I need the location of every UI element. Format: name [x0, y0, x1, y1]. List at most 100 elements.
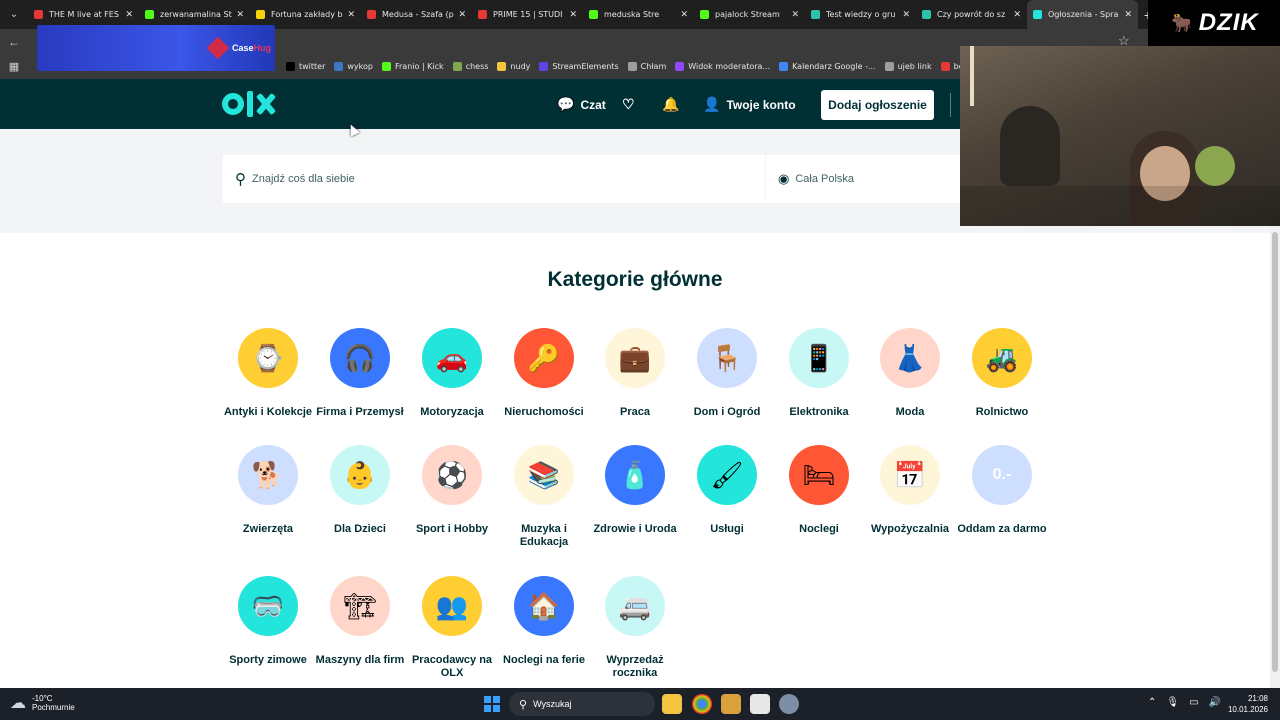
browser-tab[interactable]: meduska Stre ✕ — [583, 0, 694, 29]
location-input[interactable]: ◉ Cała Polska — [766, 155, 966, 203]
category-item[interactable]: 🚜 Rolnictwo — [956, 328, 1048, 419]
bookmark-item[interactable]: chess — [452, 62, 489, 71]
apps-grid-icon[interactable]: ▦ — [0, 60, 28, 73]
category-item[interactable]: 🐕 Zwierzęta — [222, 445, 314, 536]
bull-icon: 🐂 — [1169, 12, 1193, 33]
category-item[interactable]: 📱 Elektronika — [773, 328, 865, 419]
tab-close-icon[interactable]: ✕ — [680, 10, 688, 20]
browser-tab[interactable]: Test wiedzy o gru ✕ — [805, 0, 916, 29]
taskbar-clock[interactable]: 21:08 10.01.2026 — [1224, 693, 1268, 715]
tab-close-icon[interactable]: ✕ — [347, 10, 355, 20]
category-item[interactable]: 🪑 Dom i Ogród — [681, 328, 773, 419]
bookmark-favicon — [497, 62, 507, 71]
category-item[interactable]: 👗 Moda — [864, 328, 956, 419]
volume-icon[interactable]: 🔊 — [1209, 697, 1221, 708]
category-item[interactable]: 🏠 Noclegi na ferie — [498, 576, 590, 667]
tab-favicon — [34, 10, 43, 19]
microphone-icon[interactable]: 🎙 — [1166, 697, 1179, 708]
excavator-arm-icon: 🏗 — [330, 576, 390, 636]
account-link[interactable]: 👤 Twoje konto — [703, 96, 796, 113]
calendar-icon: 📅 — [880, 445, 940, 505]
notifications-link[interactable]: 🔔 — [662, 96, 685, 113]
search-input[interactable]: ⚲ Znajdź coś dla siebie — [223, 155, 765, 203]
windows-taskbar: ☁ -10°C Pochmurnie ⚲ Wyszukaj ⌃ 🎙 ▭ 🔊 21… — [0, 688, 1280, 720]
bed-icon: 🛏 — [789, 445, 849, 505]
bookmark-item[interactable]: wykop — [334, 62, 373, 71]
bookmark-favicon — [286, 62, 295, 71]
bookmark-label: Kalendarz Google -... — [792, 62, 876, 71]
bookmark-item[interactable]: Widok moderatora... — [675, 62, 770, 71]
settings-gear-icon[interactable] — [779, 694, 799, 714]
tab-close-icon[interactable]: ✕ — [125, 10, 133, 20]
app-icon-tool[interactable] — [750, 694, 770, 714]
category-item[interactable]: ⌚ Antyki i Kolekcje — [222, 328, 314, 419]
category-item[interactable]: 0.- Oddam za darmo — [956, 445, 1048, 536]
user-icon: 👤 — [703, 96, 721, 112]
tab-close-icon[interactable]: ✕ — [1013, 10, 1021, 20]
windows-start-icon[interactable] — [484, 696, 500, 712]
category-item[interactable]: 🧴 Zdrowie i Uroda — [589, 445, 681, 536]
category-item[interactable]: ⚽ Sport i Hobby — [406, 445, 498, 536]
file-explorer-icon[interactable] — [662, 694, 682, 714]
olx-logo[interactable] — [222, 91, 276, 117]
browser-tab[interactable]: PRIME 15 | STUDI ✕ — [472, 0, 583, 29]
category-item[interactable]: 👶 Dla Dzieci — [314, 445, 406, 536]
category-item[interactable]: 🏗 Maszyny dla firm — [314, 576, 406, 667]
bookmark-label: StreamElements — [552, 62, 619, 71]
category-label: Noclegi na ferie — [503, 654, 585, 666]
favorites-link[interactable]: ♡ — [622, 96, 641, 113]
bookmark-label: chess — [465, 62, 489, 71]
taskbar-search[interactable]: ⚲ Wyszukaj — [509, 692, 655, 716]
tab-close-icon[interactable]: ✕ — [569, 10, 577, 20]
smartphone-icon: 📱 — [789, 328, 849, 388]
bookmark-item[interactable]: Chłam — [627, 62, 666, 71]
category-item[interactable]: 🖌 Usługi — [681, 445, 773, 536]
bookmark-favicon — [539, 62, 549, 71]
category-label: Maszyny dla firm — [315, 654, 405, 666]
perfume-icon: 🧴 — [605, 445, 665, 505]
weather-condition: Pochmurnie — [32, 703, 75, 712]
browser-tab[interactable]: Czy powrót do sz ✕ — [916, 0, 1027, 29]
tray-chevron-icon[interactable]: ⌃ — [1148, 697, 1156, 708]
back-arrow-icon[interactable]: ← — [0, 35, 28, 49]
system-tray: ⌃ 🎙 ▭ 🔊 — [1148, 697, 1221, 708]
tab-close-icon[interactable]: ✕ — [1124, 10, 1132, 20]
add-listing-button[interactable]: Dodaj ogłoszenie — [821, 90, 934, 120]
app-icon-game[interactable] — [721, 694, 741, 714]
tab-close-icon[interactable]: ✕ — [902, 10, 910, 20]
bookmark-item[interactable]: ujeb link — [884, 62, 932, 71]
chat-link[interactable]: 💬 Czat — [557, 96, 606, 113]
bookmark-item[interactable]: Franio | Kick — [382, 62, 444, 71]
category-item[interactable]: 💼 Praca — [589, 328, 681, 419]
tab-close-icon[interactable]: ✕ — [791, 10, 799, 20]
bookmark-item[interactable]: twitter — [286, 62, 325, 71]
tab-close-icon[interactable]: ✕ — [458, 10, 466, 20]
display-icon[interactable]: ▭ — [1189, 697, 1198, 708]
heart-icon: ♡ — [622, 96, 635, 112]
category-item[interactable]: 🥽 Sporty zimowe — [222, 576, 314, 667]
browser-tab[interactable]: Ogłoszenia - Spra ✕ — [1027, 0, 1138, 29]
category-label: Wypożyczalnia — [870, 523, 950, 535]
bookmark-label: wykop — [347, 62, 373, 71]
tab-close-icon[interactable]: ✕ — [236, 10, 244, 20]
category-item[interactable]: 📅 Wypożyczalnia — [864, 445, 956, 536]
bookmark-item[interactable]: nudy — [497, 62, 530, 71]
category-item[interactable]: 🛏 Noclegi — [773, 445, 865, 536]
tab-title: PRIME 15 | STUDI — [493, 10, 563, 19]
category-item[interactable]: 🚐 Wyprzedaż rocznika — [589, 576, 681, 680]
browser-tab[interactable]: Medusa - Szafa (p ✕ — [361, 0, 472, 29]
bookmark-item[interactable]: StreamElements — [539, 62, 619, 71]
category-item[interactable]: 🚗 Motoryzacja — [406, 328, 498, 419]
chrome-icon[interactable] — [692, 694, 712, 714]
browser-tab[interactable]: pajalock Stream ✕ — [694, 0, 805, 29]
category-item[interactable]: 👥 Pracodawcy na OLX — [406, 576, 498, 680]
weather-widget[interactable]: ☁ -10°C Pochmurnie — [10, 693, 75, 713]
tab-favicon — [589, 10, 598, 19]
page-scrollbar-thumb[interactable] — [1272, 232, 1278, 672]
category-item[interactable]: 📚 Muzyka i Edukacja — [498, 445, 590, 549]
category-item[interactable]: 🔑 Nieruchomości — [498, 328, 590, 419]
bookmark-item[interactable]: Kalendarz Google -... — [779, 62, 876, 71]
tab-search-chevron-icon[interactable]: ⌄ — [0, 0, 28, 29]
category-item[interactable]: 🎧 Firma i Przemysł — [314, 328, 406, 419]
webcam-feed — [960, 46, 1280, 226]
